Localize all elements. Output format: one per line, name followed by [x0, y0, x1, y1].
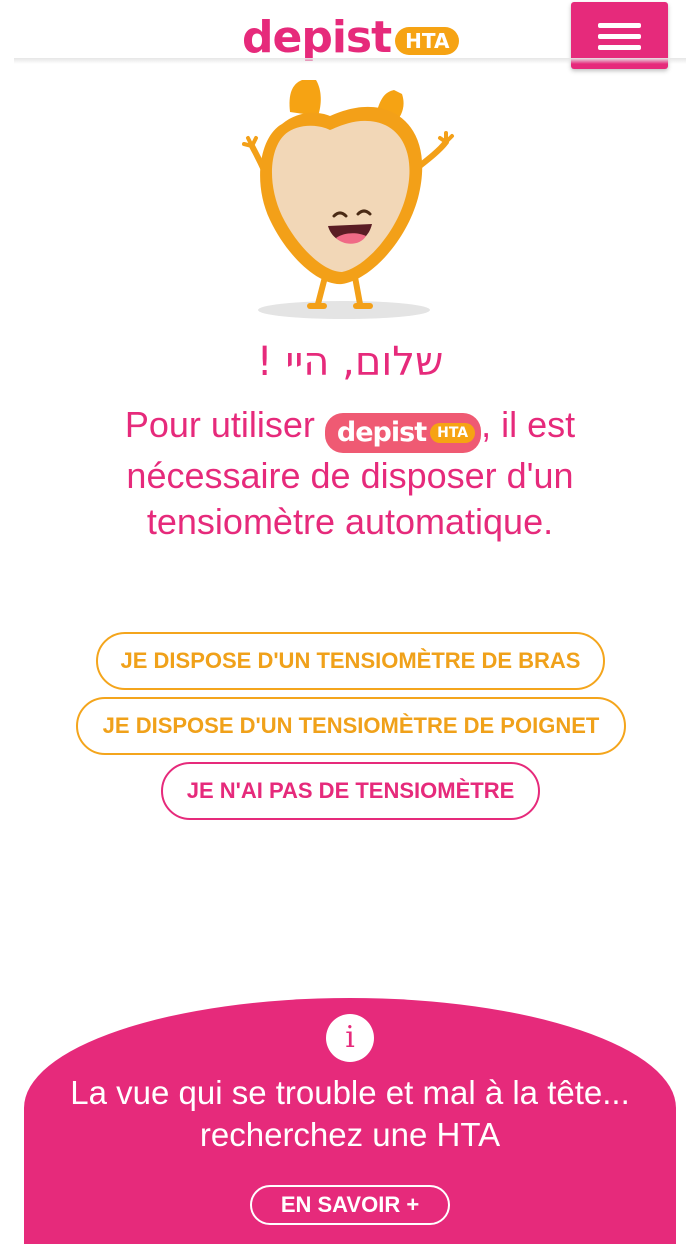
info-line-1: La vue qui se trouble et mal à la tête..… [70, 1074, 630, 1111]
learn-more-button[interactable]: EN SAVOIR + [250, 1185, 450, 1225]
arm-monitor-button[interactable]: JE DISPOSE D'UN TENSIOMÈTRE DE BRAS [96, 632, 605, 690]
app-header: depist HTA [0, 0, 700, 69]
intro-before: Pour utiliser [124, 404, 325, 445]
header-shadow [14, 58, 686, 64]
info-icon: i [326, 1014, 374, 1062]
info-line-2: recherchez une HTA [199, 1116, 501, 1153]
intro-text: Pour utiliser depist HTA, il est nécessai… [70, 402, 630, 545]
wrist-monitor-button[interactable]: JE DISPOSE D'UN TENSIOMÈTRE DE POIGNET [76, 697, 626, 755]
inline-logo-badge: HTA [430, 423, 476, 443]
no-monitor-button[interactable]: JE N'AI PAS DE TENSIOMÈTRE [161, 762, 540, 820]
heart-mascot-icon [230, 72, 470, 332]
greeting-text: שלום, היי ! [256, 339, 444, 385]
info-message: La vue qui se trouble et mal à la tête..… [40, 1072, 660, 1156]
depist-logo[interactable]: depist HTA [242, 12, 460, 64]
logo-badge: HTA [395, 27, 460, 55]
logo-word: depist [242, 12, 392, 63]
inline-depist-logo: depist HTA [324, 413, 482, 453]
inline-logo-word: depist [336, 417, 427, 448]
